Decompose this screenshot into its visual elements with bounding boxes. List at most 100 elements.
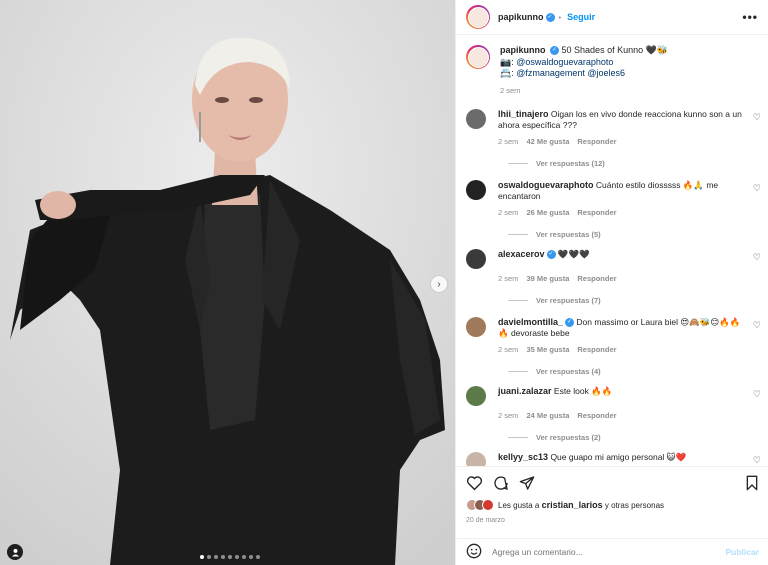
divider: [508, 370, 528, 372]
share-icon[interactable]: [519, 475, 535, 493]
heart-icon[interactable]: ♡: [753, 183, 761, 194]
post-header: papikunno ✓ • Seguir •••: [456, 0, 768, 35]
caption-line1: 50 Shades of Kunno 🖤🐝: [561, 45, 669, 55]
commenter-avatar[interactable]: [466, 385, 486, 406]
comment-body: Este look 🔥🔥: [553, 385, 613, 396]
likes-user[interactable]: cristian_larios: [542, 500, 603, 510]
liker-avatars[interactable]: [466, 499, 494, 511]
comment-text: oswaldoguevaraphoto Cuánto estilo diosss…: [498, 180, 746, 203]
comment-meta: 2 sem 26 Me gusta Responder: [498, 208, 759, 217]
heart-icon[interactable]: [466, 475, 483, 493]
heart-icon[interactable]: ♡: [753, 252, 761, 263]
view-replies-button[interactable]: Ver respuestas (4): [508, 367, 759, 376]
chevron-right-icon[interactable]: ›: [431, 276, 447, 292]
caption-username[interactable]: papikunno: [500, 45, 546, 55]
comment-username[interactable]: oswaldoguevaraphoto: [498, 180, 594, 190]
view-replies-button[interactable]: Ver respuestas (2): [508, 433, 759, 442]
heart-icon[interactable]: ♡: [753, 389, 761, 400]
likes-summary: Les gusta a cristian_larios y otras pers…: [466, 499, 759, 511]
reply-button[interactable]: Responder: [577, 345, 616, 354]
follow-button[interactable]: Seguir: [567, 12, 595, 22]
post-username[interactable]: papikunno: [498, 12, 544, 22]
comment-time[interactable]: 2 sem: [498, 411, 518, 420]
caption-link-management[interactable]: @fzmanagement @joeles6: [516, 68, 625, 78]
comment-likes[interactable]: 42 Me gusta: [526, 137, 569, 146]
bookmark-icon[interactable]: [745, 475, 759, 493]
comment-text: kellyy_sc13 Que guapo mi amigo personal …: [498, 452, 746, 467]
caption-time: 2 sem: [500, 85, 521, 95]
photo-image: [0, 0, 455, 565]
view-replies-label: Ver respuestas (7): [536, 295, 601, 305]
commenter-avatar[interactable]: [466, 316, 486, 337]
comment-body: Que guapo mi amigo personal 😺❤️: [550, 451, 687, 462]
post-date[interactable]: 20 de marzo: [466, 517, 759, 524]
view-replies-label: Ver respuestas (5): [536, 229, 601, 239]
comment-time[interactable]: 2 sem: [498, 208, 518, 217]
heart-icon[interactable]: ♡: [753, 455, 761, 466]
comment-likes[interactable]: 26 Me gusta: [526, 208, 569, 217]
view-replies-button[interactable]: Ver respuestas (12): [508, 159, 759, 168]
commenter-avatar[interactable]: [466, 108, 486, 129]
likes-suffix[interactable]: y otras personas: [605, 501, 664, 510]
contact-emoji: 📇:: [500, 68, 514, 78]
avatar[interactable]: [466, 5, 490, 29]
reply-button[interactable]: Responder: [577, 137, 616, 146]
caption: papikunno ✓ 50 Shades of Kunno 🖤🐝 📷: @os…: [456, 36, 768, 80]
post-photo[interactable]: ›: [0, 0, 455, 565]
comment-item: oswaldoguevaraphoto Cuánto estilo diosss…: [456, 179, 768, 239]
comment-username[interactable]: juani.zalazar: [498, 386, 552, 396]
divider: [508, 299, 528, 301]
publish-button[interactable]: Publicar: [725, 547, 759, 557]
reply-button[interactable]: Responder: [577, 274, 616, 283]
comment-meta: 2 sem 42 Me gusta Responder: [498, 137, 759, 146]
comment-username[interactable]: lhii_tinajero: [498, 109, 549, 119]
divider: [508, 162, 528, 164]
emoji-icon[interactable]: [466, 543, 482, 561]
comment-likes[interactable]: 24 Me gusta: [526, 411, 569, 420]
comment-item: alexacerov ✓ 🖤🖤🖤 2 sem 39 Me gusta Responder…: [456, 248, 768, 305]
carousel-dot: [242, 555, 246, 559]
verified-icon: ✓: [545, 12, 555, 22]
comment-text: juani.zalazar Este look 🔥🔥: [498, 386, 746, 406]
more-options-icon[interactable]: •••: [742, 10, 758, 24]
comment-time[interactable]: 2 sem: [498, 345, 518, 354]
comment-username[interactable]: alexacerov: [498, 249, 545, 259]
comment-icon[interactable]: [493, 475, 509, 493]
comments-list[interactable]: papikunno ✓ 50 Shades of Kunno 🖤🐝 📷: @os…: [456, 36, 768, 466]
comment-item: davielmontilla_ ✓ Don massimo or Laura bi…: [456, 316, 768, 376]
comment-body: 🖤🖤🖤: [557, 248, 590, 259]
reply-button[interactable]: Responder: [577, 208, 616, 217]
view-replies-button[interactable]: Ver respuestas (7): [508, 296, 759, 305]
person-tag-icon[interactable]: [7, 544, 23, 560]
carousel-dot: [214, 555, 218, 559]
comment-meta: 2 sem 24 Me gusta Responder: [498, 411, 759, 420]
action-bar: Les gusta a cristian_larios y otras pers…: [456, 466, 768, 524]
view-replies-label: Ver respuestas (4): [536, 366, 601, 376]
verified-icon: ✓: [546, 249, 556, 259]
carousel-dot: [249, 555, 253, 559]
comment-text: lhii_tinajero Oigan los en vivo donde re…: [498, 109, 746, 132]
caption-link-photographer[interactable]: @oswaldoguevaraphoto: [516, 57, 613, 67]
commenter-avatar[interactable]: [466, 451, 486, 466]
comment-text: alexacerov ✓ 🖤🖤🖤: [498, 249, 746, 269]
comment-input[interactable]: [492, 547, 726, 557]
divider: [508, 436, 528, 438]
comment-meta: 2 sem 35 Me gusta Responder: [498, 345, 759, 354]
comment-time[interactable]: 2 sem: [498, 137, 518, 146]
comment-likes[interactable]: 35 Me gusta: [526, 345, 569, 354]
likes-prefix: Les gusta a: [498, 500, 540, 510]
carousel-dots: [200, 555, 260, 559]
carousel-dot: [228, 555, 232, 559]
comment-username[interactable]: davielmontilla_: [498, 317, 563, 327]
caption-avatar[interactable]: [466, 45, 490, 69]
reply-button[interactable]: Responder: [577, 411, 616, 420]
commenter-avatar[interactable]: [466, 248, 486, 269]
view-replies-button[interactable]: Ver respuestas (5): [508, 230, 759, 239]
heart-icon[interactable]: ♡: [753, 112, 761, 123]
verified-icon: ✓: [565, 317, 575, 327]
comment-time[interactable]: 2 sem: [498, 274, 518, 283]
commenter-avatar[interactable]: [466, 179, 486, 200]
comment-likes[interactable]: 39 Me gusta: [526, 274, 569, 283]
comment-username[interactable]: kellyy_sc13: [498, 452, 548, 462]
heart-icon[interactable]: ♡: [753, 320, 761, 331]
